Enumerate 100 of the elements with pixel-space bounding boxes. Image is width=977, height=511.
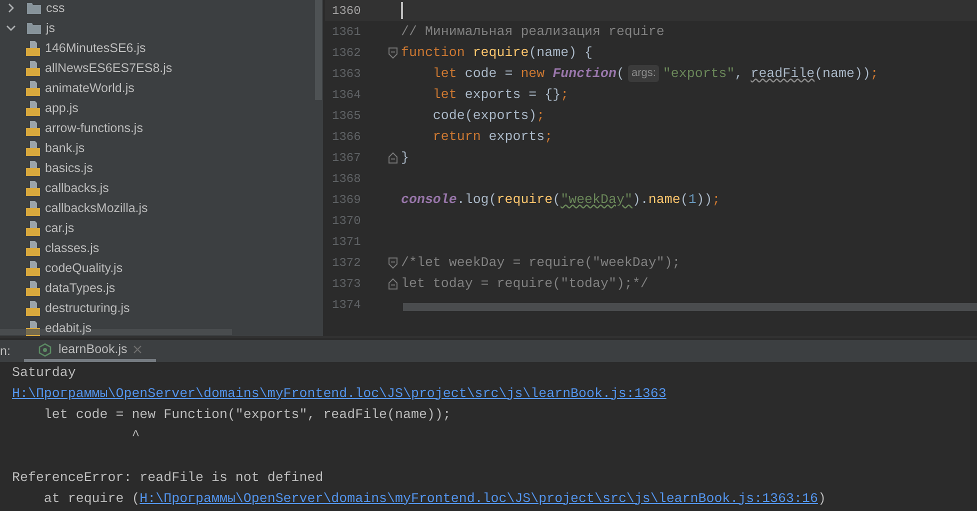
line-number: 1372 [331, 254, 362, 272]
code-token: readFile [750, 64, 815, 83]
javascript-file-icon [26, 100, 40, 116]
line-number: 1368 [331, 170, 362, 188]
file-name[interactable]: basics.js [45, 158, 93, 178]
console-text: ReferenceError: readFile is not defined [12, 468, 324, 487]
folder-icon [27, 2, 41, 14]
code-token: // Минимальная реализация require [401, 22, 664, 41]
code-token: /*let weekDay = require("weekDay"); [401, 254, 680, 272]
panel-label: n: [0, 342, 10, 360]
file-name[interactable]: callbacksMozilla.js [45, 198, 148, 218]
code-token: require [472, 44, 529, 62]
file-name[interactable]: codeQuality.js [45, 258, 123, 278]
javascript-file-icon [26, 220, 40, 236]
fold-icon[interactable] [388, 152, 398, 164]
code-token: ( [680, 190, 688, 209]
javascript-file-icon [26, 160, 40, 176]
file-name[interactable]: app.js [45, 98, 78, 118]
line-number: 1360 [331, 2, 362, 20]
file-name[interactable]: callbacks.js [45, 178, 109, 198]
code-token: let today = require("today");*/ [401, 274, 648, 293]
code-token: 1 [688, 190, 696, 209]
code-token: (name) { [528, 44, 593, 62]
javascript-file-icon [26, 300, 40, 316]
text-cursor [401, 2, 403, 19]
code-token: Function [552, 64, 616, 83]
file-name[interactable]: classes.js [45, 238, 100, 258]
code-token: code = [464, 64, 514, 83]
console-text: ^ [130, 426, 140, 445]
line-number: 1367 [331, 150, 362, 166]
fold-icon[interactable] [388, 256, 398, 268]
console-text: let code = new Function("exports", readFile(name)); [42, 406, 451, 424]
code-token: , [734, 64, 744, 83]
fold-icon[interactable] [388, 278, 398, 290]
parameter-hint: args: [628, 65, 659, 82]
file-name[interactable]: bank.js [45, 138, 85, 158]
javascript-file-icon [26, 120, 40, 136]
line-number: 1361 [331, 24, 362, 40]
fold-icon[interactable] [388, 46, 398, 58]
code-token: (name)) [814, 64, 870, 83]
code-token: name [648, 190, 680, 209]
file-name[interactable]: arrow-functions.js [45, 118, 143, 138]
line-number: 1369 [331, 192, 362, 208]
line-number: 1371 [331, 234, 362, 250]
code-token: ( [552, 190, 561, 209]
code-token: return [432, 128, 481, 146]
code-token: new [520, 64, 546, 83]
code-token: ; [712, 190, 720, 209]
file-name[interactable]: animateWorld.js [45, 78, 134, 98]
folder-icon [27, 22, 41, 34]
file-link[interactable]: H:\Программы\OpenServer\domains\myFrontend.loc\JS\project\src\js\learnBook.js:1363 [12, 384, 666, 404]
code-token: } [401, 148, 409, 167]
code-token: console [401, 190, 457, 209]
code-token: "exports" [662, 64, 735, 83]
file-name[interactable]: dataTypes.js [45, 278, 116, 298]
javascript-file-icon [26, 200, 40, 216]
line-number: 1363 [331, 66, 362, 82]
code-token: ). [632, 190, 648, 209]
code-token: )) [696, 190, 712, 209]
code-token: ; [544, 128, 553, 146]
code-token: "weekDay" [560, 190, 632, 209]
code-token: exports [488, 128, 545, 146]
file-link[interactable]: H:\Программы\OpenServer\domains\myFrontend.loc\JS\project\src\js\learnBook.js:1363:16 [140, 488, 818, 508]
javascript-file-icon [26, 180, 40, 196]
line-number: 1365 [331, 108, 362, 124]
javascript-file-icon [26, 140, 40, 156]
code-token: exports = {} [464, 86, 561, 104]
javascript-file-icon [26, 280, 40, 296]
line-number: 1366 [331, 128, 362, 146]
folder-name[interactable]: css [46, 0, 65, 18]
javascript-file-icon [26, 260, 40, 276]
code-token: code(exports) [432, 106, 537, 125]
code-token: ; [560, 86, 569, 104]
close-icon [133, 345, 142, 354]
line-number: 1370 [331, 212, 362, 230]
scrollbar[interactable] [403, 303, 977, 311]
folder-name[interactable]: js [46, 18, 56, 38]
file-name[interactable]: edabit.js [45, 318, 92, 336]
file-name[interactable]: 146MinutesSE6.js [45, 38, 146, 58]
line-number: 1373 [331, 276, 362, 292]
line-number: 1362 [331, 44, 362, 62]
run-tab[interactable]: learnBook.js [24, 340, 156, 362]
javascript-file-icon [26, 60, 40, 76]
javascript-file-icon [26, 80, 40, 96]
line-number: 1364 [331, 86, 362, 104]
code-token: let [432, 86, 457, 104]
javascript-file-icon [26, 40, 40, 56]
hexagon-icon [38, 342, 52, 356]
file-name[interactable]: car.js [45, 218, 74, 238]
javascript-file-icon [26, 240, 40, 256]
file-name[interactable]: destructuring.js [45, 298, 130, 318]
code-token: ( [616, 64, 624, 83]
console-text: Saturday [12, 364, 76, 382]
code-token: .log( [456, 190, 497, 209]
scrollbar[interactable] [315, 0, 322, 100]
console-text: ) [818, 490, 826, 508]
code-token: ; [870, 64, 878, 83]
file-name[interactable]: allNewsES6ES7ES8.js [45, 58, 172, 78]
tab-label: learnBook.js [58, 341, 128, 358]
code-token: let [432, 64, 457, 83]
